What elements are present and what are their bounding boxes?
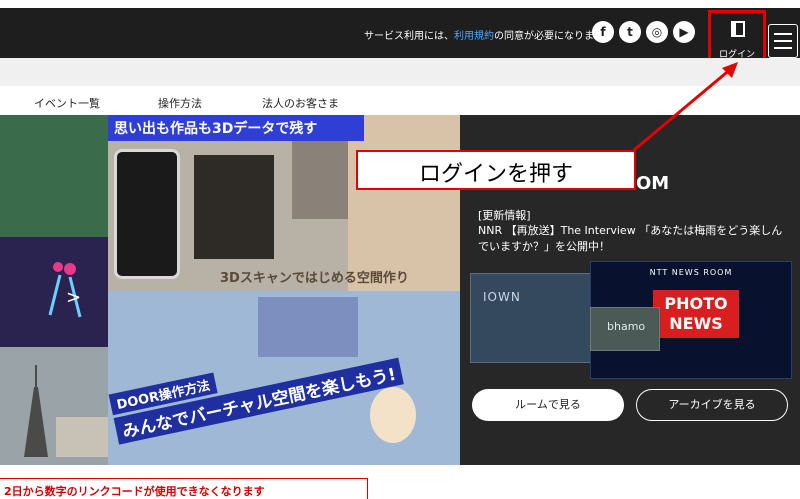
svg-text:>: > (66, 287, 81, 308)
instagram-icon[interactable]: ◎ (646, 21, 668, 43)
hero-photo-paris (0, 347, 108, 465)
photo-news-title-line2: NEWS (669, 314, 723, 333)
hamburger-menu-icon[interactable] (768, 24, 798, 58)
link-code-notice[interactable]: 2日から数字のリンクコードが使用できなくなります (0, 478, 368, 499)
nav-item-how-to[interactable]: 操作方法 (158, 95, 202, 111)
annotation-callout-text: ログインを押す (418, 162, 573, 187)
photo-news-caption: NTT NEWS ROOM (649, 268, 733, 277)
photo-news-title: PHOTO NEWS (653, 290, 739, 338)
nav-item-business[interactable]: 法人のお客さま (262, 95, 339, 111)
annotation-callout: ログインを押す (356, 150, 636, 190)
iown-logo: IOWN (483, 290, 521, 304)
view-archive-button[interactable]: アーカイブを見る (636, 389, 788, 421)
site-header: サービス利用には、利用規約の同意が必要になります。 f t ◎ ▶ ログイン (0, 8, 800, 72)
terms-link[interactable]: 利用規約 (454, 31, 494, 42)
login-door-icon (731, 21, 745, 37)
dance-figures-art: > (48, 262, 82, 318)
news-room-heading: OM (636, 173, 670, 194)
header-strip (0, 58, 800, 86)
hero-banner-subtitle: 3Dスキャンではじめる空間作り (220, 271, 409, 286)
facebook-icon[interactable]: f (592, 21, 614, 43)
hero-art-dance: > (0, 237, 108, 347)
view-in-room-button[interactable]: ルームで見る (472, 389, 624, 421)
eiffel-tower-art (24, 365, 108, 457)
bhamo-thumbnail: bhamo (590, 307, 660, 351)
hero-banner-title: 思い出も作品も3Dデータで残す (108, 115, 364, 141)
bhamo-logo: bhamo (607, 320, 646, 333)
news-update-tag: [更新情報] (478, 209, 531, 222)
iown-thumbnail: IOWN (470, 273, 596, 363)
hero-art-forest (0, 115, 108, 237)
terms-notice: サービス利用には、利用規約の同意が必要になります。 (364, 27, 613, 42)
terms-notice-prefix: サービス利用には、 (364, 31, 454, 42)
photo-news-title-line1: PHOTO (664, 294, 728, 313)
hero-toy-plane-photo (348, 115, 460, 291)
news-update-text[interactable]: NNR 【再放送】The Interview 「あなたは梅雨をどう楽しんでいます… (478, 223, 790, 255)
twitter-icon[interactable]: t (619, 21, 641, 43)
youtube-icon[interactable]: ▶ (673, 21, 695, 43)
nav-item-events[interactable]: イベント一覧 (34, 95, 100, 111)
